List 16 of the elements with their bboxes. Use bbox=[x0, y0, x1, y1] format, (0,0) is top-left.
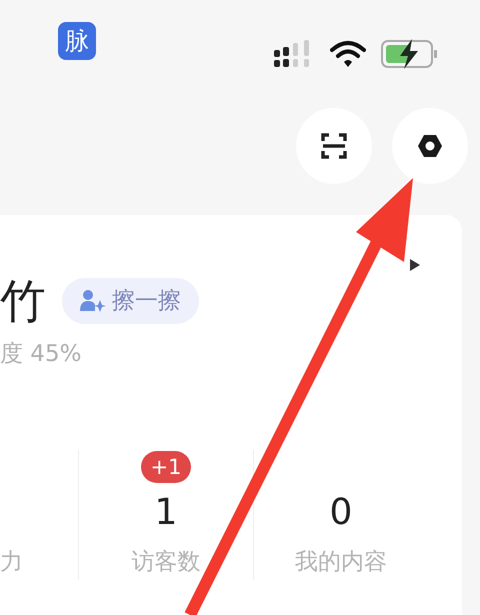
person-sparkle-icon bbox=[80, 289, 106, 313]
stat-value: 1 bbox=[154, 491, 178, 535]
stat-label[interactable]: 我的内容 bbox=[295, 545, 387, 580]
stat-label[interactable]: 力 bbox=[0, 545, 23, 580]
scan-icon bbox=[321, 133, 347, 159]
user-name: 竹 bbox=[0, 273, 46, 329]
play-triangle-icon[interactable] bbox=[410, 259, 420, 271]
count-badge: +1 bbox=[140, 451, 192, 483]
app-icon: 脉 bbox=[58, 22, 96, 60]
completion-text: 度 45% bbox=[0, 340, 82, 369]
stat-value: 0 bbox=[330, 491, 352, 535]
wifi-icon bbox=[330, 40, 366, 68]
battery-charging-icon bbox=[380, 38, 440, 70]
settings-icon bbox=[417, 134, 443, 158]
stat-label[interactable]: 访客数 bbox=[132, 545, 200, 580]
wipe-button[interactable]: 擦一擦 bbox=[62, 278, 199, 324]
